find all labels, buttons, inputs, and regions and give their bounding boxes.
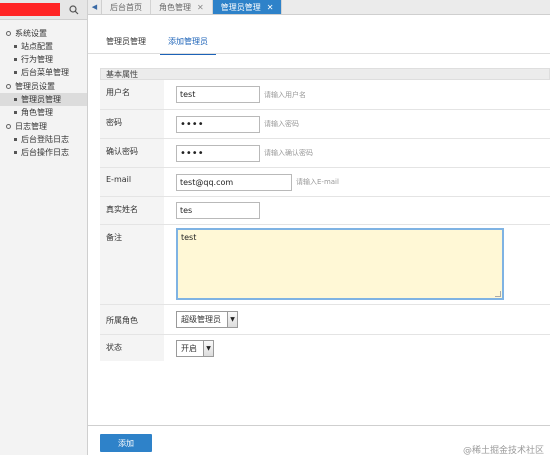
subtab-add-admin[interactable]: 添加管理员 xyxy=(160,34,216,55)
add-button[interactable]: 添加 xyxy=(100,434,152,452)
add-admin-form: 基本属性 用户名 test 请输入用户名 密码 •••• 请输入密码 确认密码 … xyxy=(100,68,550,361)
subtab-admin-list[interactable]: 管理员管理 xyxy=(98,34,154,55)
sidebar-item-admin-manage[interactable]: 管理员管理 xyxy=(0,93,87,106)
collapse-arrow-icon[interactable]: ◀ xyxy=(88,0,102,14)
field-hint: 请输入密码 xyxy=(264,120,299,128)
tab-label: 管理员管理 xyxy=(220,2,261,12)
sidebar-item-label: 管理员管理 xyxy=(21,95,61,104)
status-select[interactable]: 开启 ▼ xyxy=(176,339,214,357)
sidebar-item-op-log[interactable]: 后台操作日志 xyxy=(0,146,87,159)
field-label: 真实姓名 xyxy=(100,197,164,224)
resize-handle-icon[interactable] xyxy=(495,291,501,297)
select-value: 开启 xyxy=(181,343,197,353)
circle-icon xyxy=(6,83,11,89)
tab-home[interactable]: 后台首页 xyxy=(102,0,151,14)
sidebar-item-label: 后台登陆日志 xyxy=(21,135,69,144)
remark-textarea[interactable]: test xyxy=(176,228,504,300)
field-hint: 请输入用户名 xyxy=(264,90,306,99)
field-hint: 请输入E-mail xyxy=(296,178,339,186)
close-icon[interactable]: ✕ xyxy=(197,3,204,12)
field-label: 密码 xyxy=(100,110,164,138)
sidebar-top xyxy=(0,0,87,20)
circle-icon xyxy=(6,123,11,129)
bullet-icon xyxy=(14,98,17,101)
confirm-password-input[interactable]: •••• xyxy=(176,144,260,162)
sidebar-item-login-log[interactable]: 后台登陆日志 xyxy=(0,133,87,146)
bullet-icon xyxy=(14,45,17,48)
field-hint: 请输入确认密码 xyxy=(264,149,313,157)
sub-tabs: 管理员管理 添加管理员 xyxy=(98,34,222,55)
tab-label: 后台首页 xyxy=(110,2,142,12)
divider xyxy=(88,425,550,426)
field-label: 确认密码 xyxy=(100,139,164,167)
sidebar-group-label: 管理员设置 xyxy=(15,81,55,91)
sidebar-item-label: 站点配置 xyxy=(21,42,53,51)
sidebar: 系统设置 站点配置 行为管理 后台菜单管理 管理员设置 管理员管理 角色管理 日… xyxy=(0,0,88,455)
password-input[interactable]: •••• xyxy=(176,115,260,133)
form-row-confirm-password: 确认密码 •••• 请输入确认密码 xyxy=(100,139,550,168)
tab-admin-manage[interactable]: 管理员管理 ✕ xyxy=(212,0,283,14)
search-icon[interactable] xyxy=(67,2,81,17)
tab-bar: ◀ 后台首页 角色管理 ✕ 管理员管理 ✕ xyxy=(88,0,550,15)
field-label: 备注 xyxy=(100,225,164,304)
remark-text: test xyxy=(181,233,197,242)
sidebar-group-admin[interactable]: 管理员设置 xyxy=(0,79,87,93)
form-row-remark: 备注 test xyxy=(100,225,550,305)
sidebar-item-label: 后台菜单管理 xyxy=(21,68,69,77)
role-select[interactable]: 超级管理员 ▼ xyxy=(176,311,238,328)
sidebar-item-label: 角色管理 xyxy=(21,108,53,117)
circle-icon xyxy=(6,30,11,36)
tab-role-manage[interactable]: 角色管理 ✕ xyxy=(151,0,213,14)
field-label: 所属角色 xyxy=(100,305,164,334)
sidebar-item-label: 行为管理 xyxy=(21,55,53,64)
form-row-username: 用户名 test 请输入用户名 xyxy=(100,80,550,110)
watermark: @稀土掘金技术社区 xyxy=(462,446,544,455)
field-label: E-mail xyxy=(100,168,164,196)
section-title: 基本属性 xyxy=(100,68,550,80)
select-value: 超级管理员 xyxy=(181,315,221,324)
bullet-icon xyxy=(14,151,17,154)
sidebar-group-system[interactable]: 系统设置 xyxy=(0,26,87,40)
form-row-password: 密码 •••• 请输入密码 xyxy=(100,110,550,139)
sidebar-group-log[interactable]: 日志管理 xyxy=(0,119,87,133)
sidebar-item-behavior[interactable]: 行为管理 xyxy=(0,53,87,66)
bullet-icon xyxy=(14,58,17,61)
sidebar-group-label: 日志管理 xyxy=(15,121,47,131)
form-row-real-name: 真实姓名 tes xyxy=(100,197,550,225)
bullet-icon xyxy=(14,111,17,114)
field-label: 状态 xyxy=(100,335,164,361)
sidebar-item-menu-admin[interactable]: 后台菜单管理 xyxy=(0,66,87,79)
sidebar-item-site-config[interactable]: 站点配置 xyxy=(0,40,87,53)
close-icon[interactable]: ✕ xyxy=(267,3,274,12)
sidebar-item-role-manage[interactable]: 角色管理 xyxy=(0,106,87,119)
form-row-status: 状态 开启 ▼ xyxy=(100,335,550,361)
chevron-down-icon: ▼ xyxy=(203,340,213,356)
form-row-role: 所属角色 超级管理员 ▼ xyxy=(100,305,550,335)
chevron-down-icon: ▼ xyxy=(227,312,237,327)
form-row-email: E-mail test@qq.com 请输入E-mail xyxy=(100,168,550,197)
real-name-input[interactable]: tes xyxy=(176,202,260,219)
divider xyxy=(88,53,550,54)
email-input[interactable]: test@qq.com xyxy=(176,173,292,191)
field-label: 用户名 xyxy=(100,80,164,109)
tab-label: 角色管理 xyxy=(159,2,191,12)
main-content: 管理员管理 添加管理员 基本属性 用户名 test 请输入用户名 密码 ••••… xyxy=(88,15,550,455)
sidebar-item-label: 后台操作日志 xyxy=(21,148,69,157)
bullet-icon xyxy=(14,138,17,141)
bullet-icon xyxy=(14,71,17,74)
sidebar-group-label: 系统设置 xyxy=(15,28,47,38)
redacted-logo xyxy=(0,3,60,16)
username-input[interactable]: test xyxy=(176,86,260,103)
